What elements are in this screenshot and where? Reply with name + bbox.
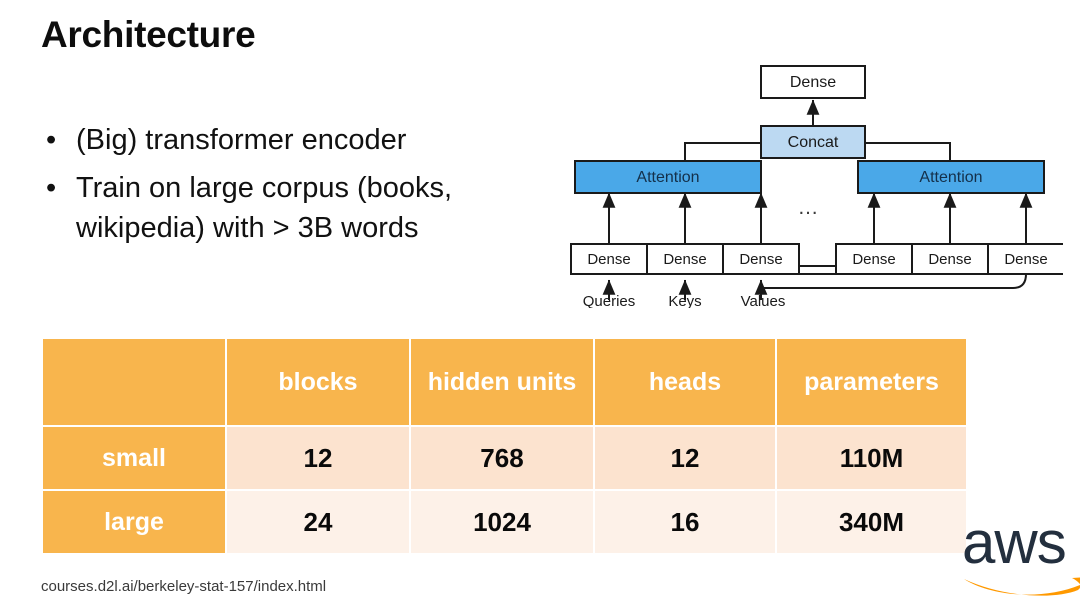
diagram-box-dense-top: Dense	[760, 65, 866, 99]
diagram-box-attention-left: Attention	[574, 160, 762, 194]
table-header-row: blocks hidden units heads parameters	[43, 339, 966, 425]
cell-small-heads: 12	[595, 427, 775, 489]
bullet-marker-icon: •	[46, 124, 57, 156]
table-col-blocks: blocks	[227, 339, 409, 425]
bullet-item-1: • Train on large corpus (books, wikipedi…	[41, 168, 561, 248]
diagram-box-attention-right: Attention	[857, 160, 1045, 194]
cell-large-blocks: 24	[227, 491, 409, 553]
diagram-label-dense-l1: Dense	[663, 251, 706, 268]
diagram-box-dense-left-1: Dense	[646, 243, 724, 275]
model-spec-table: blocks hidden units heads parameters sma…	[41, 337, 968, 555]
diagram-label-dense-top: Dense	[790, 74, 836, 91]
diagram-box-dense-right-0: Dense	[835, 243, 913, 275]
table-row-label-small: small	[43, 427, 225, 489]
table-col-hidden-units: hidden units	[411, 339, 593, 425]
diagram-ellipsis: …	[798, 196, 821, 219]
aws-logo: aws	[962, 505, 1080, 600]
diagram-label-dense-r0: Dense	[852, 251, 895, 268]
diagram-box-dense-right-2: Dense	[987, 243, 1063, 275]
diagram-label-attention-left: Attention	[636, 169, 699, 186]
bullet-text: Train on large corpus (books, wikipedia)…	[76, 172, 453, 244]
aws-wordmark: aws	[962, 509, 1066, 576]
cell-small-hidden-units: 768	[411, 427, 593, 489]
diagram-box-dense-left-0: Dense	[570, 243, 648, 275]
diagram-label-attention-right: Attention	[919, 169, 982, 186]
diagram-box-dense-left-2: Dense	[722, 243, 800, 275]
diagram-label-values: Values	[741, 293, 786, 308]
table-row: small 12 768 12 110M	[43, 427, 966, 489]
diagram-label-dense-l0: Dense	[587, 251, 630, 268]
page-title: Architecture	[41, 14, 256, 55]
cell-large-hidden-units: 1024	[411, 491, 593, 553]
diagram-label-queries: Queries	[583, 293, 636, 308]
multi-head-attention-diagram: Dense Concat Attention Attention … Dense…	[563, 48, 1063, 308]
cell-large-heads: 16	[595, 491, 775, 553]
bullet-text: (Big) transformer encoder	[76, 124, 407, 156]
diagram-label-keys: Keys	[668, 293, 701, 308]
source-url: courses.d2l.ai/berkeley-stat-157/index.h…	[41, 578, 327, 595]
diagram-box-concat: Concat	[760, 125, 866, 159]
bullet-list: • (Big) transformer encoder • Train on l…	[41, 120, 561, 256]
diagram-label-dense-r1: Dense	[928, 251, 971, 268]
table-col-heads: heads	[595, 339, 775, 425]
diagram-box-dense-right-1: Dense	[911, 243, 989, 275]
table-row: large 24 1024 16 340M	[43, 491, 966, 553]
aws-smile-arrow-icon	[964, 579, 1080, 596]
bullet-item-0: • (Big) transformer encoder	[41, 120, 561, 160]
bullet-marker-icon: •	[46, 172, 57, 204]
diagram-label-concat: Concat	[788, 134, 839, 151]
cell-small-parameters: 110M	[777, 427, 966, 489]
table-col-parameters: parameters	[777, 339, 966, 425]
diagram-label-dense-r2: Dense	[1004, 251, 1047, 268]
table-row-label-large: large	[43, 491, 225, 553]
cell-large-parameters: 340M	[777, 491, 966, 553]
cell-small-blocks: 12	[227, 427, 409, 489]
diagram-label-dense-l2: Dense	[739, 251, 782, 268]
table-corner-cell	[43, 339, 225, 425]
